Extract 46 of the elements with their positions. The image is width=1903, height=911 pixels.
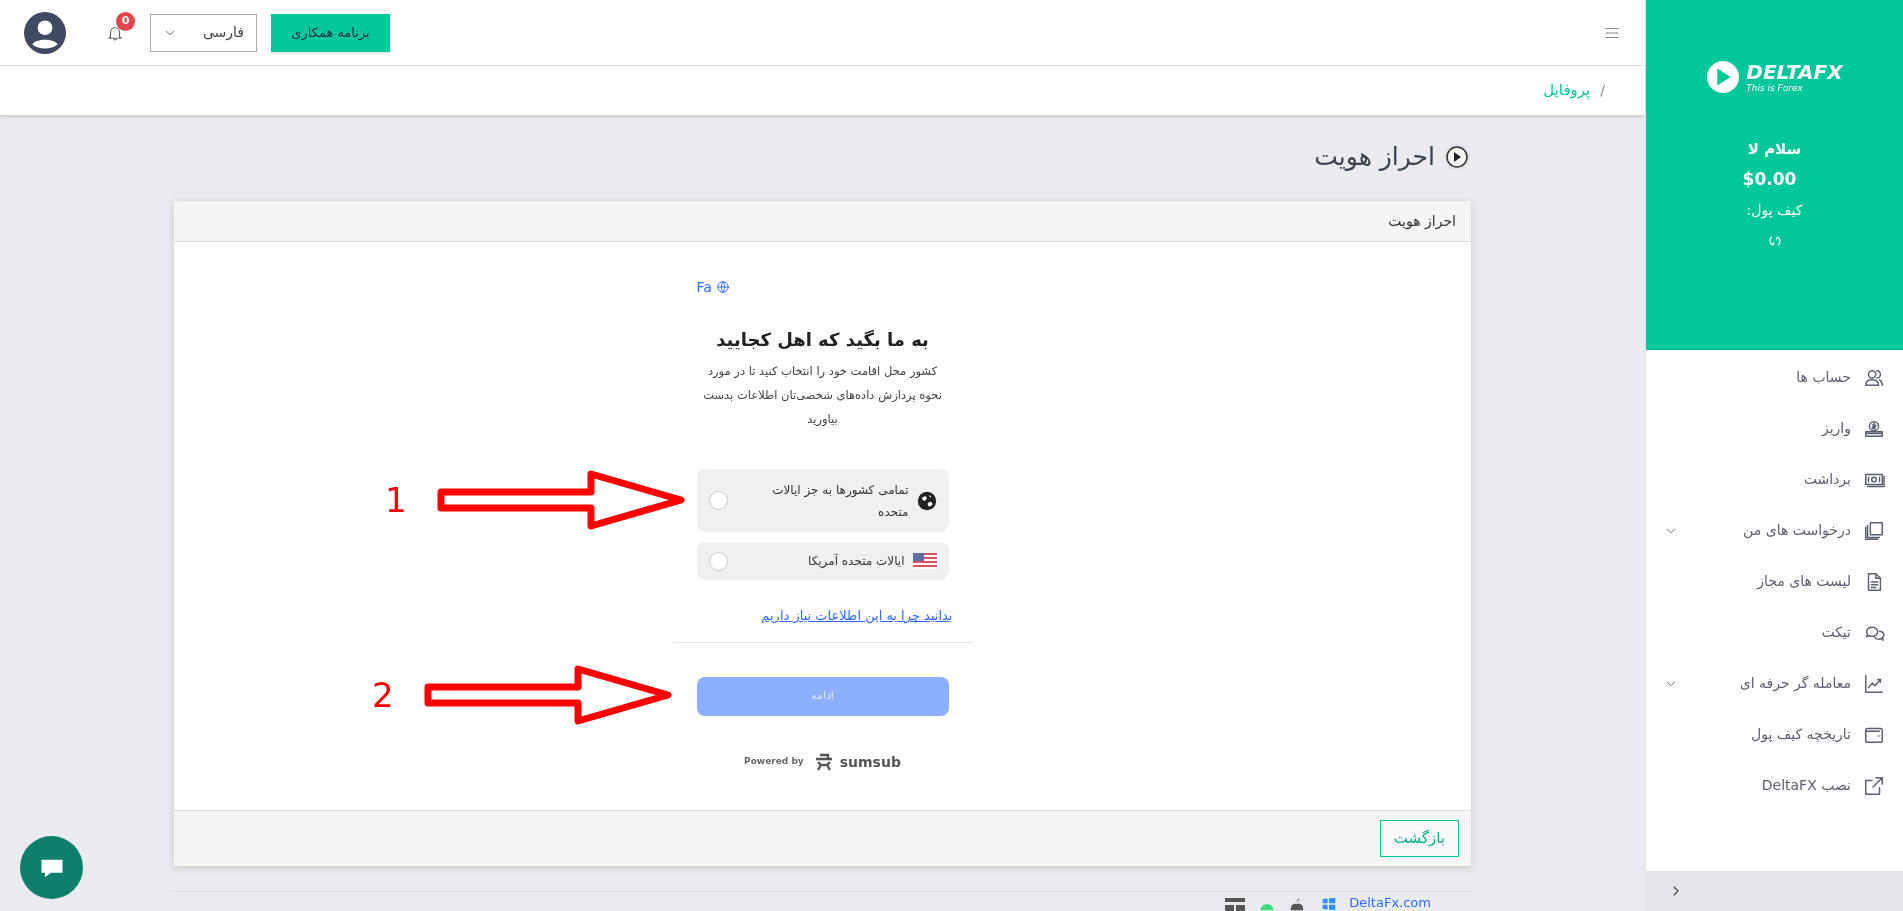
external-link-icon: [1863, 774, 1885, 797]
sidebar-item[interactable]: نصب DeltaFX: [1646, 760, 1903, 811]
balance-amount: $0.00: [1742, 167, 1797, 191]
affiliate-button[interactable]: برنامه همکاری: [271, 13, 390, 52]
sidebar-item[interactable]: معامله گر حرفه ای: [1646, 658, 1903, 709]
radio-button[interactable]: [708, 491, 728, 510]
breadcrumb-separator: /: [1600, 81, 1605, 100]
flag-icon: [912, 553, 937, 569]
step-number: 2: [372, 678, 394, 712]
list-icon[interactable]: [1224, 897, 1246, 911]
page-title: احراز هویت: [1314, 141, 1435, 174]
option-label: ایالات متحده آمریکا: [807, 552, 905, 571]
globe-icon[interactable]: [715, 280, 730, 294]
language-dropdown[interactable]: فارسی: [150, 13, 257, 52]
sidebar-item[interactable]: تاریخچه کیف پول: [1646, 709, 1903, 760]
logo-name: DELTAFX: [1746, 61, 1843, 82]
sidebar-item[interactable]: واریز: [1646, 403, 1903, 454]
logo-tagline: This is Forex: [1746, 83, 1804, 93]
notification-badge: 0: [116, 11, 135, 31]
sidebar-item[interactable]: لیست های مجاز: [1646, 556, 1903, 607]
country-option[interactable]: تمامی کشورها به جز ایالات متحده: [696, 469, 949, 532]
powered-by-text: Powered by: [744, 755, 804, 769]
globe-icon: [916, 490, 937, 511]
info-link[interactable]: بدانید چرا به این اطلاعات نیاز داریم: [761, 606, 953, 626]
widget-description: کشور محل اقامت خود را انتخاب کنید تا در مورد نحوه پردازش داده‌های شخصی‌تان اطلاعات بدست بیاورید: [702, 363, 943, 428]
wallet-label: کیف پول:: [1746, 201, 1803, 221]
avatar-icon[interactable]: [24, 11, 66, 54]
sidebar-item[interactable]: برداشت: [1646, 454, 1903, 505]
logo-icon: [1706, 58, 1741, 96]
chart-icon: [1863, 672, 1885, 695]
option-label: تمامی کشورها به جز ایالات متحده: [771, 481, 909, 521]
language-link[interactable]: Fa: [696, 276, 712, 298]
sidebar-item[interactable]: تیکت: [1646, 607, 1903, 658]
card-title: احراز هویت: [1388, 211, 1456, 232]
radio-button[interactable]: [708, 551, 728, 571]
sidebar-item[interactable]: حساب ها: [1646, 352, 1903, 403]
refresh-icon[interactable]: [1766, 233, 1783, 249]
sidebar-item[interactable]: درخواست های من: [1646, 505, 1903, 556]
play-icon: [1443, 143, 1471, 171]
country-option[interactable]: ایالات متحده آمریکا: [696, 542, 949, 580]
footer-site-link[interactable]: DeltaFx.com: [1349, 895, 1431, 911]
copies-icon: [1863, 519, 1885, 542]
brand-name: sumsub: [839, 752, 901, 772]
widget-heading: به ما بگید که اهل کجایید: [715, 328, 930, 352]
greeting-text: سلام لا: [1747, 139, 1802, 160]
step-number: 1: [385, 483, 407, 517]
